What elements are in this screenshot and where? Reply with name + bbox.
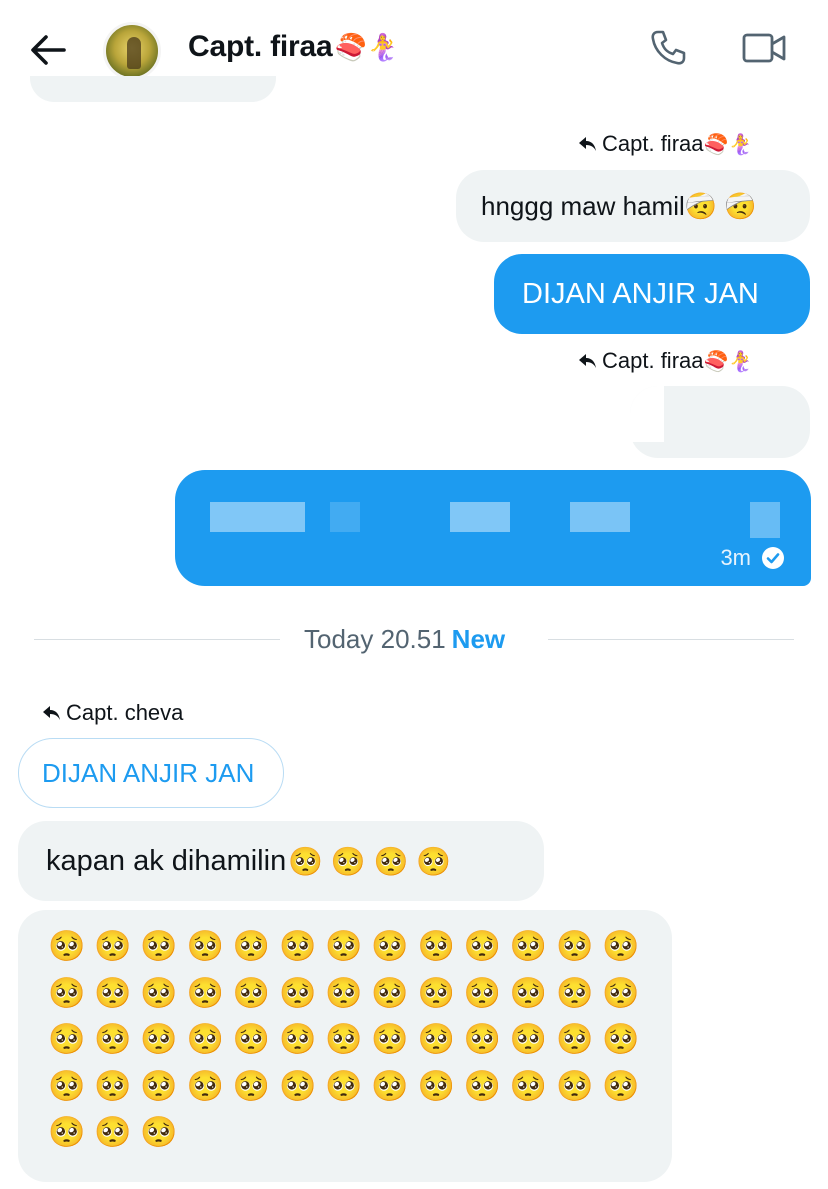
- message-bubble[interactable]: DIJAN ANJIR JAN: [494, 254, 810, 334]
- pleading-face-emoji: 🥺: [48, 1023, 86, 1056]
- pleading-face-emoji: 🥺: [140, 976, 178, 1010]
- pleading-face-emoji: 🥺: [278, 1023, 317, 1056]
- message-text: DIJAN ANJIR JAN: [522, 277, 759, 310]
- message-meta: 3m: [720, 545, 785, 571]
- reply-icon: [579, 137, 596, 151]
- pleading-face-emoji: 🥺: [602, 976, 640, 1010]
- pleading-face-emoji: 🥺: [186, 1023, 224, 1056]
- message-time: 3m: [720, 545, 751, 570]
- pleading-face-emoji: 🥺: [232, 1069, 271, 1103]
- pleading-face-emoji: 🥺: [602, 1023, 640, 1056]
- contact-name: Capt. firaa: [188, 30, 333, 63]
- pleading-face-emoji: 🥺: [417, 1023, 455, 1056]
- pleading-face-emoji: 🥺: [371, 1069, 409, 1103]
- avatar[interactable]: [103, 22, 161, 80]
- pleading-face-emoji: 🥺: [556, 976, 594, 1010]
- blurred-message-bubble[interactable]: 3m: [175, 470, 811, 586]
- quoted-text: DIJAN ANJIR JAN: [42, 757, 255, 788]
- pleading-face-emoji: 🥺: [463, 930, 502, 963]
- pleading-face-emoji: 🥺: [556, 930, 594, 963]
- pleading-face-emoji: 🥺: [556, 1069, 594, 1103]
- pleading-face-emoji: 🥺: [509, 1023, 548, 1056]
- pleading-face-emoji: 🥺: [94, 930, 132, 963]
- pleading-face-emoji: 🥺: [94, 1116, 132, 1149]
- pleading-face-emoji: 🥺: [278, 930, 317, 963]
- pleading-face-emoji: 🥺: [325, 1023, 363, 1056]
- dm-conversation-screen: Capt. firaa 🍣🧜‍♀️ Capt. firaa 🍣🧜‍♀️ hnggg …: [0, 0, 828, 1189]
- pleading-face-emoji: 🥺: [140, 1116, 178, 1149]
- pleading-face-emoji: 🥺: [232, 930, 271, 963]
- pleading-face-emoji: 🥺: [186, 976, 224, 1010]
- pleading-face-emoji: 🥺: [94, 976, 132, 1010]
- pleading-face-emoji: 🥺: [94, 1069, 132, 1103]
- pleading-face-emoji: 🥺: [48, 976, 86, 1010]
- pleading-face-emoji: 🥺: [463, 1069, 502, 1103]
- message-emojis: 🥺 🥺 🥺 🥺: [288, 845, 451, 877]
- conversation-title[interactable]: Capt. firaa 🍣🧜‍♀️: [188, 30, 399, 64]
- pleading-face-emoji: 🥺: [417, 930, 455, 963]
- read-check-icon: [762, 547, 784, 569]
- message-text: hnggg maw hamil🤕 🤕: [481, 190, 757, 221]
- pleading-face-emoji: 🥺: [186, 1069, 224, 1103]
- pleading-face-emoji: 🥺: [509, 1069, 548, 1103]
- pleading-face-emoji: 🥺: [417, 976, 455, 1010]
- pleading-face-emoji: 🥺: [94, 1023, 132, 1056]
- pleading-face-emoji: 🥺: [417, 1069, 455, 1103]
- pleading-face-emoji: 🥺: [602, 1069, 640, 1103]
- pleading-face-emoji: 🥺: [556, 1023, 594, 1056]
- new-messages-divider: Today 20.51 New: [304, 624, 505, 655]
- new-label: New: [451, 624, 506, 654]
- emoji-grid: 🥺 🥺 🥺 🥺 🥺 🥺 🥺 🥺 🥺 🥺 🥺 🥺 🥺 🥺 🥺 🥺 🥺 🥺 🥺 🥺 🥺 🥺 🥺 🥺 🥺 🥺 🥺 🥺 🥺 🥺 🥺 🥺 🥺 🥺 🥺 🥺 🥺 🥺 🥺 🥺…: [48, 928, 672, 1152]
- blurred-message-bubble[interactable]: [630, 386, 810, 458]
- phone-icon[interactable]: [648, 28, 688, 68]
- message-bubble[interactable]: hnggg maw hamil🤕 🤕: [456, 170, 810, 242]
- message-text: kapan ak dihamilin: [46, 844, 287, 877]
- pleading-face-emoji: 🥺: [140, 1069, 178, 1103]
- pleading-face-emoji: 🥺: [602, 930, 640, 963]
- reply-icon: [43, 706, 60, 720]
- reply-to-name: Capt. cheva: [66, 700, 184, 725]
- emoji-message-bubble[interactable]: 🥺 🥺 🥺 🥺 🥺 🥺 🥺 🥺 🥺 🥺 🥺 🥺 🥺 🥺 🥺 🥺 🥺 🥺 🥺 🥺 🥺 🥺 🥺 🥺 🥺 🥺 🥺 🥺 🥺 🥺 🥺 🥺 🥺 🥺 🥺 🥺 🥺 🥺 🥺 🥺…: [18, 910, 672, 1182]
- video-camera-icon[interactable]: [741, 30, 787, 66]
- divider-time: Today 20.51: [304, 624, 446, 654]
- pleading-face-emoji: 🥺: [463, 976, 502, 1010]
- reply-label: Capt. firaa 🍣🧜‍♀️: [578, 348, 753, 374]
- pleading-face-emoji: 🥺: [140, 930, 178, 963]
- previous-message-bubble: [30, 76, 276, 102]
- reply-label: Capt. firaa 🍣🧜‍♀️: [578, 131, 753, 157]
- pleading-face-emoji: 🥺: [325, 976, 363, 1010]
- pleading-face-emoji: 🥺: [48, 1116, 86, 1149]
- pleading-face-emoji: 🥺: [371, 976, 409, 1010]
- pleading-face-emoji: 🥺: [325, 930, 363, 963]
- pleading-face-emoji: 🥺: [371, 930, 409, 963]
- pleading-face-emoji: 🥺: [509, 976, 548, 1010]
- pleading-face-emoji: 🥺: [186, 930, 224, 963]
- pleading-face-emoji: 🥺: [278, 1069, 317, 1103]
- contact-name-emojis: 🍣🧜‍♀️: [334, 31, 400, 62]
- reply-to-name: Capt. firaa: [602, 348, 704, 373]
- pleading-face-emoji: 🥺: [371, 1023, 409, 1056]
- reply-icon: [579, 354, 596, 368]
- message-bubble[interactable]: kapan ak dihamilin 🥺 🥺 🥺 🥺: [18, 821, 544, 901]
- divider-line: [548, 639, 794, 640]
- pleading-face-emoji: 🥺: [278, 976, 317, 1010]
- reply-label: Capt. cheva: [42, 700, 183, 726]
- reply-to-name: Capt. firaa: [602, 131, 704, 156]
- pleading-face-emoji: 🥺: [325, 1069, 363, 1103]
- reply-to-emojis: 🍣🧜‍♀️: [703, 350, 754, 373]
- pleading-face-emoji: 🥺: [232, 976, 271, 1010]
- divider-line: [34, 639, 280, 640]
- reply-to-emojis: 🍣🧜‍♀️: [703, 133, 754, 156]
- arrow-left-icon[interactable]: [28, 32, 68, 68]
- pleading-face-emoji: 🥺: [232, 1023, 271, 1056]
- pleading-face-emoji: 🥺: [463, 1023, 502, 1056]
- pleading-face-emoji: 🥺: [48, 930, 86, 963]
- quoted-message[interactable]: DIJAN ANJIR JAN: [18, 738, 284, 808]
- pleading-face-emoji: 🥺: [509, 930, 548, 963]
- pleading-face-emoji: 🥺: [48, 1069, 86, 1103]
- pleading-face-emoji: 🥺: [140, 1023, 178, 1056]
